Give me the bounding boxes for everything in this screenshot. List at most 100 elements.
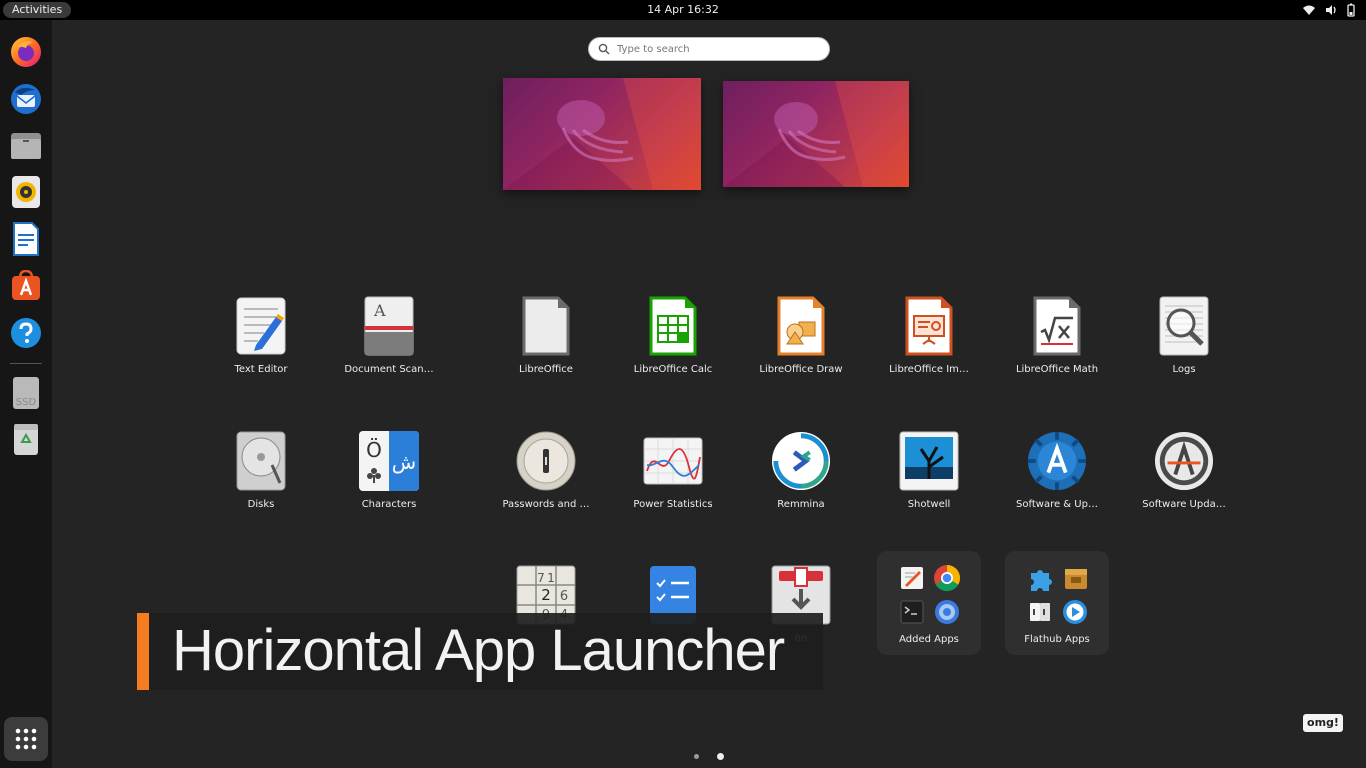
app-label: Remmina	[777, 499, 825, 510]
top-bar: Activities 14 Apr 16:32	[0, 0, 1366, 20]
sudoku-cell: 6	[560, 589, 568, 604]
dock-item-help[interactable]	[6, 313, 46, 353]
folder-label: Flathub Apps	[1024, 634, 1090, 645]
remmina-icon	[771, 431, 831, 491]
wifi-icon[interactable]	[1302, 3, 1316, 17]
app-passwords-and-keys[interactable]: Passwords and …	[483, 431, 609, 531]
speaker-icon	[12, 176, 40, 208]
app-label: LibreOffice Draw	[759, 364, 843, 375]
clock[interactable]: 14 Apr 16:32	[0, 0, 1366, 20]
show-apps-button[interactable]	[4, 717, 48, 761]
app-shotwell[interactable]: Shotwell	[866, 431, 992, 531]
app-software-updater[interactable]: Software Upda…	[1121, 431, 1247, 531]
app-libreoffice-math[interactable]: LibreOffice Math	[994, 296, 1120, 396]
app-label: Logs	[1172, 364, 1196, 375]
dock-item-ssd[interactable]: SSD	[6, 373, 46, 413]
app-disks[interactable]: Disks	[198, 431, 324, 531]
search-bar[interactable]	[588, 37, 830, 61]
app-remmina[interactable]: Remmina	[738, 431, 864, 531]
app-libreoffice-draw[interactable]: LibreOffice Draw	[738, 296, 864, 396]
app-libreoffice-calc[interactable]: LibreOffice Calc	[610, 296, 736, 396]
folder-added-apps[interactable]: Added Apps	[877, 551, 981, 655]
sudoku-cell: 7	[537, 571, 545, 585]
app-label: Disks	[247, 499, 275, 510]
firefox-icon	[11, 37, 41, 67]
app-document-scanner[interactable]: A Document Scan…	[326, 296, 452, 396]
characters-icon: Ö ش	[359, 431, 419, 491]
dock-item-thunderbird[interactable]	[6, 79, 46, 119]
app-libreoffice[interactable]: LibreOffice	[483, 296, 609, 396]
archive-icon	[1065, 569, 1087, 589]
dock-item-files[interactable]	[6, 126, 46, 166]
player-icon	[1063, 600, 1087, 624]
search-input[interactable]	[617, 41, 817, 57]
dock-item-rhythmbox[interactable]	[6, 172, 46, 212]
dock-item-firefox[interactable]	[6, 32, 46, 72]
search-icon	[598, 43, 610, 55]
software-updater-icon	[1154, 431, 1214, 491]
app-logs[interactable]: Logs	[1121, 296, 1247, 396]
app-power-statistics[interactable]: Power Statistics	[610, 431, 736, 531]
folder-label: Added Apps	[899, 634, 959, 645]
volume-icon[interactable]	[1324, 3, 1338, 17]
text-editor-icon	[236, 297, 286, 355]
app-libreoffice-impress[interactable]: LibreOffice Im…	[866, 296, 992, 396]
folder-flathub-apps[interactable]: Flathub Apps	[1005, 551, 1109, 655]
browser-icon	[935, 600, 959, 624]
dock-item-writer[interactable]	[6, 219, 46, 259]
math-icon	[1033, 296, 1081, 356]
app-label: Text Editor	[234, 364, 288, 375]
app-label: Software Upda…	[1142, 499, 1226, 510]
omg-watermark-logo: omg!	[1303, 714, 1343, 732]
workspace-thumbnail-1[interactable]	[503, 78, 701, 190]
app-label: LibreOffice Calc	[633, 364, 713, 375]
terminal-icon	[900, 600, 924, 624]
svg-text:A: A	[373, 301, 386, 320]
chrome-icon	[934, 565, 961, 592]
document-icon	[13, 222, 39, 256]
power-statistics-icon	[643, 437, 703, 485]
puzzle-icon	[1031, 570, 1052, 591]
app-label: Power Statistics	[633, 499, 713, 510]
app-software-and-updates[interactable]: Software & Up…	[994, 431, 1120, 531]
app-characters[interactable]: Ö ش Characters	[326, 431, 452, 531]
shotwell-icon	[899, 431, 959, 491]
shopping-bag-icon	[12, 270, 40, 300]
impress-icon	[905, 296, 953, 356]
libreoffice-icon	[522, 296, 570, 356]
passwords-icon	[516, 431, 576, 491]
document-scanner-icon: A	[364, 296, 414, 356]
glyph-latin: Ö	[366, 438, 382, 462]
dock-item-trash[interactable]	[6, 419, 46, 459]
page-dot-2[interactable]	[717, 753, 724, 760]
trash-icon	[14, 424, 38, 455]
folder-icons	[900, 565, 961, 624]
draw-icon	[777, 296, 825, 356]
help-icon	[11, 318, 41, 348]
sudoku-cell: 2	[541, 586, 551, 604]
glyph-arabic: ش	[392, 450, 416, 474]
app-label: LibreOffice Im…	[889, 364, 969, 375]
jellyfish-wallpaper	[723, 81, 909, 187]
app-label: Passwords and …	[502, 499, 590, 510]
app-label: Shotwell	[907, 499, 951, 510]
thunderbird-icon	[11, 84, 41, 114]
notes-icon	[901, 567, 923, 589]
jellyfish-wallpaper	[503, 78, 701, 190]
logs-icon	[1159, 296, 1209, 356]
page-dot-1[interactable]	[694, 754, 699, 759]
battery-icon[interactable]	[1346, 3, 1356, 17]
app-text-editor[interactable]: Text Editor	[198, 296, 324, 396]
app-label: LibreOffice	[519, 364, 573, 375]
app-label: Characters	[361, 499, 417, 510]
sudoku-cell: 1	[547, 571, 555, 585]
banner-title: Horizontal App Launcher	[172, 618, 785, 683]
workspace-thumbnail-2[interactable]	[723, 81, 909, 187]
ssd-label: SSD	[16, 397, 37, 408]
system-tray[interactable]	[1302, 3, 1356, 17]
disks-icon	[236, 431, 286, 491]
dock-separator	[10, 363, 42, 364]
banner-accent-bar	[137, 613, 149, 690]
app-label: Document Scan…	[344, 364, 434, 375]
dock-item-software[interactable]	[6, 266, 46, 306]
